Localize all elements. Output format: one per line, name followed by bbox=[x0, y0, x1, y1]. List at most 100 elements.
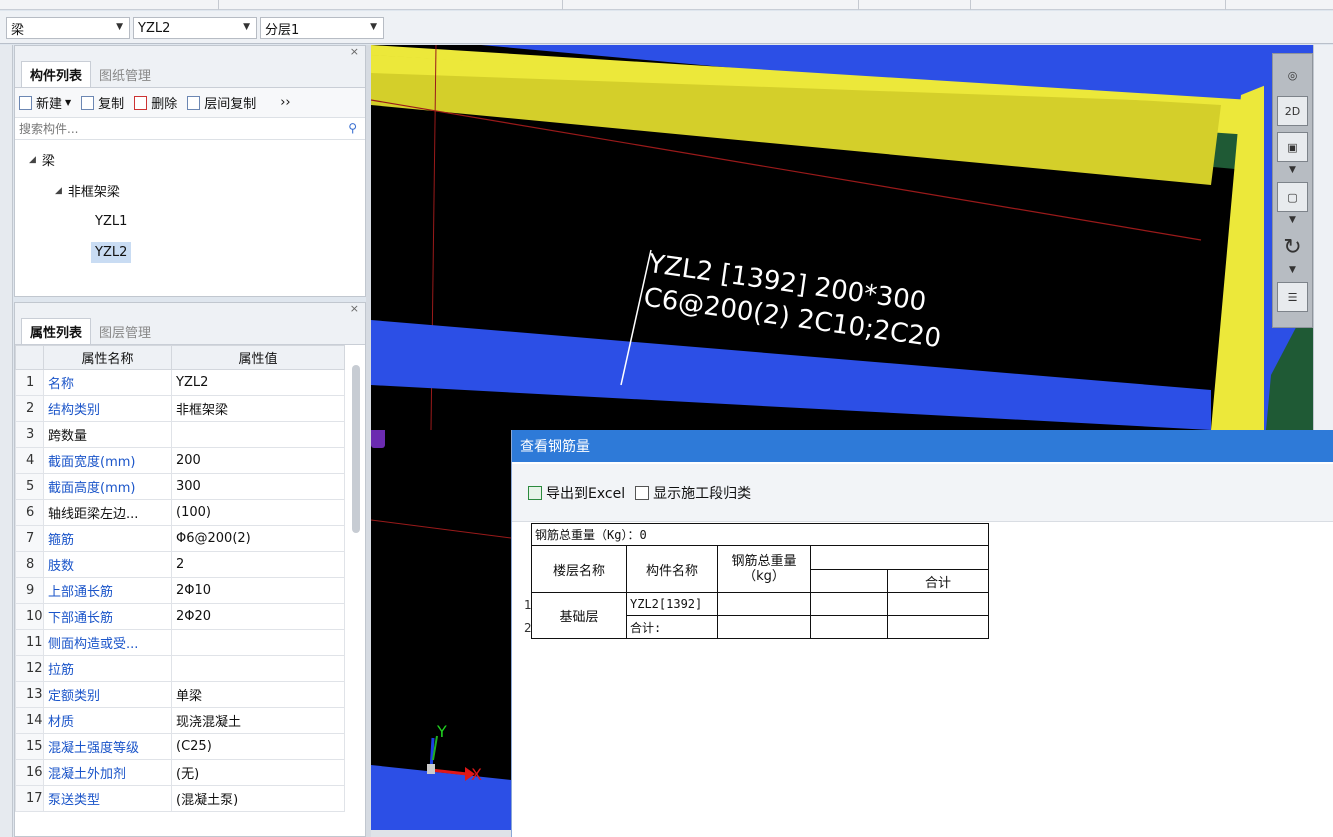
delete-icon bbox=[134, 95, 148, 110]
stage-classify-checkbox[interactable] bbox=[635, 485, 650, 500]
element-type-select[interactable]: 梁 ▼ bbox=[6, 17, 130, 39]
rotate-icon[interactable]: ↻ bbox=[1277, 232, 1308, 262]
property-value[interactable]: (无) bbox=[171, 759, 345, 786]
layer-value: 分层1 bbox=[265, 22, 300, 38]
view-box-button[interactable]: ▢ bbox=[1277, 182, 1308, 212]
property-value[interactable]: (混凝土泵) bbox=[171, 785, 345, 812]
property-value[interactable]: Φ6@200(2) bbox=[171, 525, 345, 552]
property-value[interactable] bbox=[171, 655, 345, 682]
orbit-icon[interactable]: ◎ bbox=[1277, 60, 1308, 90]
property-row[interactable]: 15 混凝土强度等级 (C25) bbox=[15, 733, 345, 760]
property-row[interactable]: 11 侧面构造或受... bbox=[15, 629, 345, 656]
table-row[interactable]: 基础层 YZL2[1392] bbox=[531, 592, 989, 639]
view-2d-button[interactable]: 2D bbox=[1277, 96, 1308, 126]
expand-icon[interactable]: ◢ bbox=[29, 155, 36, 165]
stage-classify-label: 显示施工段归类 bbox=[653, 485, 752, 502]
property-row[interactable]: 10 下部通长筋 2Φ20 bbox=[15, 603, 345, 630]
vertical-scrollbar[interactable] bbox=[352, 365, 360, 533]
tree-item-yzl1[interactable]: YZL1 bbox=[15, 206, 365, 237]
view-cube-button[interactable]: ▣ bbox=[1277, 132, 1308, 162]
chevron-down-icon[interactable]: ▼ bbox=[1277, 164, 1308, 176]
property-row[interactable]: 3 跨数量 bbox=[15, 421, 345, 448]
property-row[interactable]: 2 结构类别 非框架梁 bbox=[15, 395, 345, 422]
property-name: 截面高度(mm) bbox=[43, 473, 172, 500]
property-value[interactable]: 200 bbox=[171, 447, 345, 474]
property-value[interactable]: (C25) bbox=[171, 733, 345, 760]
tree-node-root[interactable]: ◢ 梁 bbox=[15, 144, 365, 175]
floor-copy-icon bbox=[187, 95, 201, 110]
component-value: YZL2 bbox=[138, 20, 171, 36]
tree-item-yzl2[interactable]: YZL2 bbox=[15, 237, 365, 268]
property-row[interactable]: 5 截面高度(mm) 300 bbox=[15, 473, 345, 500]
chevron-down-icon[interactable]: ▼ bbox=[1277, 264, 1308, 276]
total-cell bbox=[887, 592, 989, 616]
property-row[interactable]: 6 轴线距梁左边... (100) bbox=[15, 499, 345, 526]
property-row[interactable]: 13 定额类别 单梁 bbox=[15, 681, 345, 708]
new-button[interactable]: 新建 ▼ bbox=[19, 93, 71, 112]
property-value[interactable]: 非框架梁 bbox=[171, 395, 345, 422]
property-value[interactable]: 2Φ10 bbox=[171, 577, 345, 604]
element-type-value: 梁 bbox=[11, 22, 25, 38]
property-value[interactable]: 2Φ20 bbox=[171, 603, 345, 630]
close-icon[interactable]: × bbox=[350, 45, 359, 58]
row-index: 4 bbox=[15, 447, 44, 474]
dialog-toolbar: 导出到Excel 显示施工段归类 bbox=[512, 464, 1333, 522]
property-row[interactable]: 14 材质 现浇混凝土 bbox=[15, 707, 345, 734]
tab-drawing-management[interactable]: 图纸管理 bbox=[91, 61, 159, 87]
col-floor-header: 楼层名称 bbox=[531, 545, 627, 593]
property-name: 名称 bbox=[43, 369, 172, 396]
new-icon bbox=[19, 95, 32, 110]
search-input[interactable]: 搜索构件... bbox=[19, 120, 78, 137]
property-value[interactable] bbox=[171, 421, 345, 448]
layers-button[interactable]: ☰ bbox=[1277, 282, 1308, 312]
row-index: 16 bbox=[15, 759, 44, 786]
property-name: 拉筋 bbox=[43, 655, 172, 682]
row-index: 6 bbox=[15, 499, 44, 526]
property-value[interactable] bbox=[171, 629, 345, 656]
more-icon: ›› bbox=[280, 95, 291, 110]
property-row[interactable]: 8 肢数 2 bbox=[15, 551, 345, 578]
top-toolbar-strip bbox=[0, 0, 1333, 10]
tab-layer-management[interactable]: 图层管理 bbox=[91, 318, 159, 344]
3d-viewport[interactable]: YZL2 [1392] 200*300 C6@200(2) 2C10;2C20 bbox=[371, 45, 1313, 430]
property-row[interactable]: 1 名称 YZL2 bbox=[15, 369, 345, 396]
component-select[interactable]: YZL2 ▼ bbox=[133, 17, 257, 39]
expand-icon[interactable]: ◢ bbox=[55, 186, 62, 196]
tree-node-group[interactable]: ◢ 非框架梁 bbox=[15, 175, 365, 206]
layer-select[interactable]: 分层1 ▼ bbox=[260, 17, 384, 39]
row-index: 14 bbox=[15, 707, 44, 734]
right-side-panel bbox=[1313, 45, 1333, 430]
property-row[interactable]: 12 拉筋 bbox=[15, 655, 345, 682]
property-value[interactable]: 现浇混凝土 bbox=[171, 707, 345, 734]
close-icon[interactable]: × bbox=[350, 302, 359, 315]
weight-cell bbox=[717, 592, 811, 616]
component-cell: YZL2[1392] bbox=[626, 592, 718, 616]
more-button[interactable]: ›› bbox=[280, 95, 290, 110]
component-search[interactable]: 搜索构件... ⚲ bbox=[15, 118, 365, 140]
row-index: 2 bbox=[15, 395, 44, 422]
property-row[interactable]: 4 截面宽度(mm) 200 bbox=[15, 447, 345, 474]
property-value[interactable]: 单梁 bbox=[171, 681, 345, 708]
chevron-down-icon[interactable]: ▼ bbox=[1277, 214, 1308, 226]
property-row[interactable]: 16 混凝土外加剂 (无) bbox=[15, 759, 345, 786]
floor-copy-button[interactable]: 层间复制 bbox=[187, 93, 256, 112]
delete-button[interactable]: 删除 bbox=[134, 93, 177, 112]
property-value[interactable]: (100) bbox=[171, 499, 345, 526]
property-value[interactable]: YZL2 bbox=[171, 369, 345, 396]
property-row[interactable]: 7 箍筋 Φ6@200(2) bbox=[15, 525, 345, 552]
weight-cell bbox=[717, 615, 811, 639]
row-index: 5 bbox=[15, 473, 44, 500]
copy-button[interactable]: 复制 bbox=[81, 93, 124, 112]
row-index: 3 bbox=[15, 421, 44, 448]
property-name: 箍筋 bbox=[43, 525, 172, 552]
property-row[interactable]: 9 上部通长筋 2Φ10 bbox=[15, 577, 345, 604]
export-excel-button[interactable]: 导出到Excel bbox=[546, 483, 625, 503]
property-value[interactable]: 300 bbox=[171, 473, 345, 500]
property-row[interactable]: 17 泵送类型 (混凝土泵) bbox=[15, 785, 345, 812]
tab-component-list[interactable]: 构件列表 bbox=[21, 61, 92, 87]
3d-viewport-lower[interactable]: 1 X Y bbox=[371, 430, 511, 830]
box-icon: ▢ bbox=[1287, 190, 1298, 204]
search-icon[interactable]: ⚲ bbox=[348, 121, 357, 135]
property-value[interactable]: 2 bbox=[171, 551, 345, 578]
tab-property-list[interactable]: 属性列表 bbox=[21, 318, 92, 344]
